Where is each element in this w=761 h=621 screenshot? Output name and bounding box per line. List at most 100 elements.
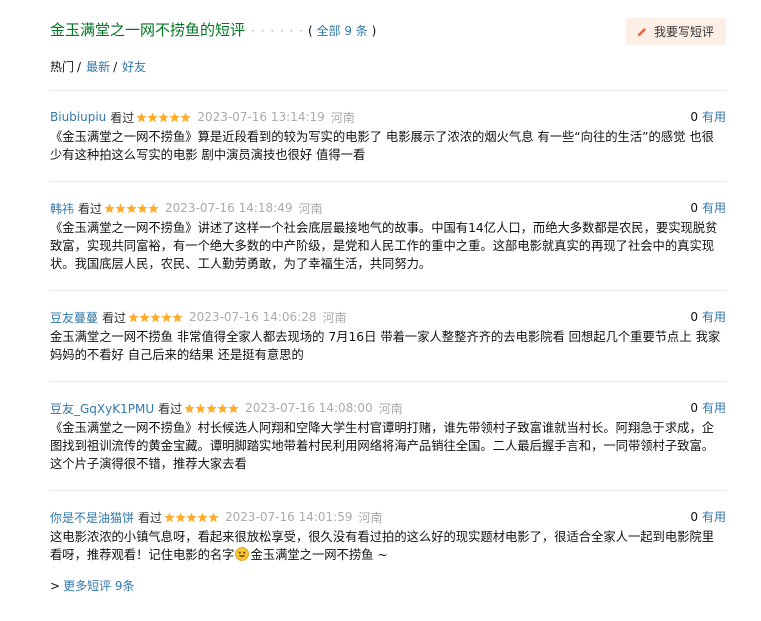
useful-button[interactable]: 有用: [702, 110, 726, 124]
star-icon: [217, 402, 228, 413]
title-row: 金玉满堂之一网不捞鱼的短评 · · · · · · ( 全部 9 条 ): [50, 20, 376, 40]
more-comments-label: 更多短评 9条: [63, 579, 135, 593]
star-icon: [195, 402, 206, 413]
star-icon: [180, 111, 191, 122]
sort-tabs: 热门 / 最新 / 好友: [50, 58, 146, 75]
star-icon: [208, 511, 219, 522]
comment-time: 2023-07-16 14:01:59: [225, 510, 353, 524]
useful-button[interactable]: 有用: [702, 401, 726, 415]
count-all-link[interactable]: 全部 9 条: [317, 24, 368, 38]
useful-button[interactable]: 有用: [702, 201, 726, 215]
star-icon: [172, 311, 183, 322]
comment-text: 《金玉满堂之一网不捞鱼》村长候选人阿翔和空降大学生村官谭明打赌，谁先带领村子致富…: [50, 421, 715, 471]
comment-meta: 你是不是油猫饼 看过 2023-07-16 14:01:59 河南 0 有用: [50, 508, 726, 526]
star-icon: [158, 111, 169, 122]
vote-area: 0 有用: [690, 399, 726, 416]
comment-time: 2023-07-16 13:14:19: [197, 110, 325, 124]
star-icon: [206, 402, 217, 413]
comment-location: 河南: [378, 401, 403, 416]
comment-text-part: 金玉满堂之一网不捞鱼 ~: [250, 548, 388, 562]
star-icon: [139, 311, 150, 322]
watch-status: 看过: [138, 510, 163, 525]
comment-count: ( 全部 9 条 ): [308, 22, 376, 39]
comment-author[interactable]: Biubiupiu: [50, 110, 106, 124]
comment-author[interactable]: 豆友_GqXyK1PMU: [50, 400, 154, 417]
watch-status: 看过: [78, 201, 103, 216]
star-icon: [150, 311, 161, 322]
pencil-icon: [636, 26, 648, 38]
vote-count: 0: [690, 310, 698, 324]
star-icon: [147, 111, 158, 122]
star-icon: [228, 402, 239, 413]
comment-location: 河南: [358, 510, 383, 525]
vote-count: 0: [690, 510, 698, 524]
more-comments-link[interactable]: > 更多短评 9条: [50, 577, 135, 594]
comment-time: 2023-07-16 14:08:00: [245, 401, 373, 415]
rating-stars: [104, 202, 159, 214]
star-icon: [164, 511, 175, 522]
vote-area: 0 有用: [690, 508, 726, 525]
star-icon: [197, 511, 208, 522]
count-close-paren: ): [371, 24, 377, 38]
star-icon: [126, 202, 137, 213]
comment-list: Biubiupiu 看过 2023-07-16 13:14:19 河南 0 有用 …: [50, 90, 726, 581]
comment-meta: 韩祎 看过 2023-07-16 14:18:49 河南 0 有用: [50, 199, 726, 217]
vote-count: 0: [690, 110, 698, 124]
watch-status: 看过: [102, 310, 127, 325]
comment-text: 《金玉满堂之一网不捞鱼》算是近段看到的较为写实的电影了 电影展示了浓浓的烟火气息…: [50, 130, 714, 162]
comment-location: 河南: [330, 110, 355, 125]
tab-friends[interactable]: 好友: [122, 58, 146, 75]
star-icon: [169, 111, 180, 122]
star-icon: [148, 202, 159, 213]
comment-time: 2023-07-16 14:06:28: [189, 310, 317, 324]
comment-text: 《金玉满堂之一网不捞鱼》讲述了这样一个社会底层最接地气的故事。中国有14亿人口，…: [50, 221, 718, 271]
comment-item: 你是不是油猫饼 看过 2023-07-16 14:01:59 河南 0 有用 这电…: [50, 490, 726, 581]
rating-stars: [164, 511, 219, 523]
star-icon: [186, 511, 197, 522]
star-icon: [175, 511, 186, 522]
comment-time: 2023-07-16 14:18:49: [165, 201, 293, 215]
comment-text: 金玉满堂之一网不捞鱼 非常值得全家人都去现场的 7月16日 带着一家人整整齐齐的…: [50, 330, 721, 362]
tab-latest[interactable]: 最新: [86, 58, 110, 75]
star-icon: [115, 202, 126, 213]
comment-item: 豆友_GqXyK1PMU 看过 2023-07-16 14:08:00 河南 0…: [50, 381, 726, 490]
star-icon: [136, 111, 147, 122]
comment-item: Biubiupiu 看过 2023-07-16 13:14:19 河南 0 有用 …: [50, 90, 726, 181]
star-icon: [104, 202, 115, 213]
write-review-label: 我要写短评: [653, 25, 714, 39]
comment-meta: Biubiupiu 看过 2023-07-16 13:14:19 河南 0 有用: [50, 108, 726, 126]
rating-stars: [184, 402, 239, 414]
count-open-paren: (: [307, 24, 313, 38]
vote-area: 0 有用: [690, 308, 726, 325]
star-icon: [161, 311, 172, 322]
watch-status: 看过: [110, 110, 135, 125]
rating-stars: [136, 111, 191, 123]
comments-section: 金玉满堂之一网不捞鱼的短评 · · · · · · ( 全部 9 条 ) 我要写…: [50, 0, 726, 593]
comment-author[interactable]: 豆友蔓蔓: [50, 309, 98, 326]
rating-stars: [128, 311, 183, 323]
comment-author[interactable]: 韩祎: [50, 200, 74, 217]
comment-author[interactable]: 你是不是油猫饼: [50, 509, 134, 526]
tab-hot[interactable]: 热门: [50, 58, 74, 75]
useful-button[interactable]: 有用: [702, 510, 726, 524]
comment-location: 河南: [298, 201, 323, 216]
comment-location: 河南: [322, 310, 347, 325]
tab-separator: /: [77, 59, 82, 74]
vote-area: 0 有用: [690, 108, 726, 125]
star-icon: [128, 311, 139, 322]
smiley-emoji-icon: [235, 547, 250, 561]
useful-button[interactable]: 有用: [702, 310, 726, 324]
star-icon: [137, 202, 148, 213]
title-dots: · · · · · ·: [251, 24, 304, 38]
comment-item: 韩祎 看过 2023-07-16 14:18:49 河南 0 有用 《金玉满堂之一…: [50, 181, 726, 290]
vote-area: 0 有用: [690, 199, 726, 216]
comment-meta: 豆友蔓蔓 看过 2023-07-16 14:06:28 河南 0 有用: [50, 308, 726, 326]
comment-text: 这电影浓浓的小镇气息呀，看起来很放松享受，很久没有看过拍的这么好的现实题材电影了…: [50, 528, 726, 581]
comment-meta: 豆友_GqXyK1PMU 看过 2023-07-16 14:08:00 河南 0…: [50, 399, 726, 417]
more-arrow: >: [50, 579, 61, 593]
write-review-button[interactable]: 我要写短评: [625, 18, 726, 45]
section-title: 金玉满堂之一网不捞鱼的短评: [50, 21, 246, 39]
section-header: 金玉满堂之一网不捞鱼的短评 · · · · · · ( 全部 9 条 ) 我要写…: [50, 0, 726, 74]
comment-item: 豆友蔓蔓 看过 2023-07-16 14:06:28 河南 0 有用 金玉满堂之…: [50, 290, 726, 381]
vote-count: 0: [690, 201, 698, 215]
